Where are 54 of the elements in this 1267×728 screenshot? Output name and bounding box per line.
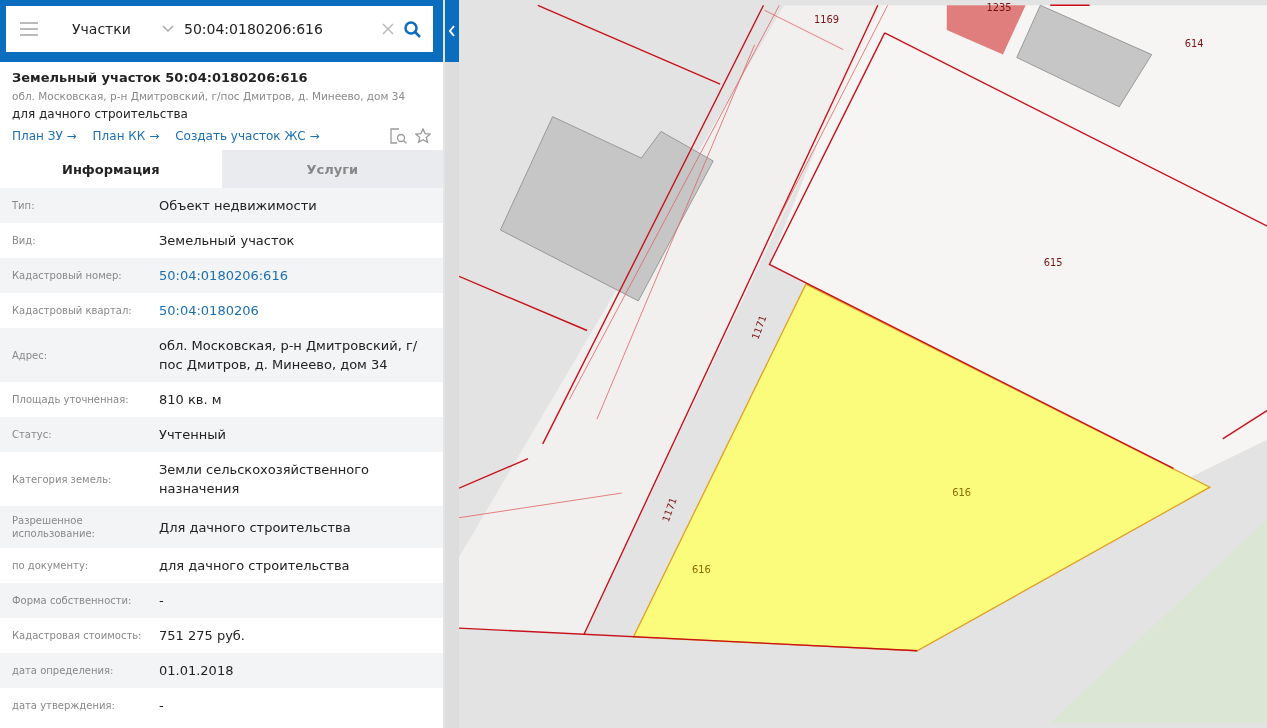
field-label: Тип: (12, 199, 36, 212)
field-value: - (159, 697, 164, 715)
plan-link[interactable]: Создать участок ЖС → (175, 129, 320, 143)
field-label: Форма собственности: (12, 594, 133, 607)
field-value: - (159, 592, 164, 610)
field-label: Площадь уточненная: (12, 393, 130, 406)
parcel-number: 616 (692, 563, 711, 575)
field-label: дата утверждения: (12, 699, 116, 712)
field-value: Земли сельскохозяйственного назначения (159, 461, 371, 498)
field-label: Кадастровый квартал: (12, 304, 133, 317)
plan-link[interactable]: План ЗУ → (12, 129, 77, 143)
search-input[interactable]: 50:04:0180206:616 (184, 21, 372, 37)
field-value: Для дачного строительства (159, 518, 351, 537)
field-link[interactable]: 50:04:0180206 (159, 301, 259, 320)
field-value: для дачного строительства (159, 557, 350, 575)
object-address: обл. Московская, р-н Дмитровский, г/пос Дмитров, д. Минеево, дом 34 (12, 90, 407, 102)
field-label: Вид: (12, 234, 37, 247)
field-value: Объект недвижимости (159, 197, 317, 215)
tab[interactable]: Услуги (221, 150, 443, 188)
star-icon[interactable] (415, 128, 431, 144)
object-purpose: для дачного строительства (12, 107, 189, 121)
menu-icon[interactable] (20, 22, 38, 36)
parcel-number: 1171 (749, 313, 769, 342)
field-value: 810 кв. м (159, 391, 222, 409)
parcel-number: 1235 (986, 2, 1012, 14)
field-value: Учтенный (159, 426, 226, 444)
field-link[interactable]: 50:04:0180206:616 (159, 266, 288, 285)
field-label: Кадастровый номер: (12, 269, 123, 282)
cadastral-map[interactable]: 1169 1235 614 615 1171 1171 616 616 (459, 0, 1267, 728)
field-label: Категория земель: (12, 472, 113, 486)
collapse-panel-button[interactable] (445, 0, 459, 62)
search-icon[interactable] (404, 20, 421, 38)
field-label: Адрес: (12, 348, 49, 362)
parcel-number: 616 (952, 487, 971, 499)
field-label: Разрешенное использование: (12, 514, 96, 540)
parcel-number: 615 (1043, 256, 1063, 268)
chevron-down-icon[interactable] (162, 25, 174, 33)
field-label: дата определения: (12, 664, 115, 677)
plan-link[interactable]: План КК → (92, 129, 160, 143)
parcel-number: 1169 (814, 14, 840, 26)
chevron-left-icon (448, 25, 456, 37)
object-title: Земельный участок 50:04:0180206:616 (12, 70, 309, 85)
field-label: Кадастровая стоимость: (12, 629, 143, 642)
clear-icon[interactable] (382, 23, 394, 35)
parcel-number: 1171 (659, 496, 679, 524)
field-value: 01.01.2018 (159, 662, 234, 680)
field-value: Земельный участок (159, 232, 295, 250)
field-label: по документу: (12, 559, 90, 572)
field-value: обл. Московская, р-н Дмитровский, г/пос Дмитров, д. Минеево, дом 34 (159, 337, 419, 374)
field-label: Статус: (12, 428, 53, 441)
parcel-number: 614 (1184, 37, 1204, 49)
layer-select[interactable]: Участки (48, 21, 152, 37)
document-search-icon[interactable] (390, 128, 407, 144)
field-value: 751 275 руб. (159, 627, 245, 645)
